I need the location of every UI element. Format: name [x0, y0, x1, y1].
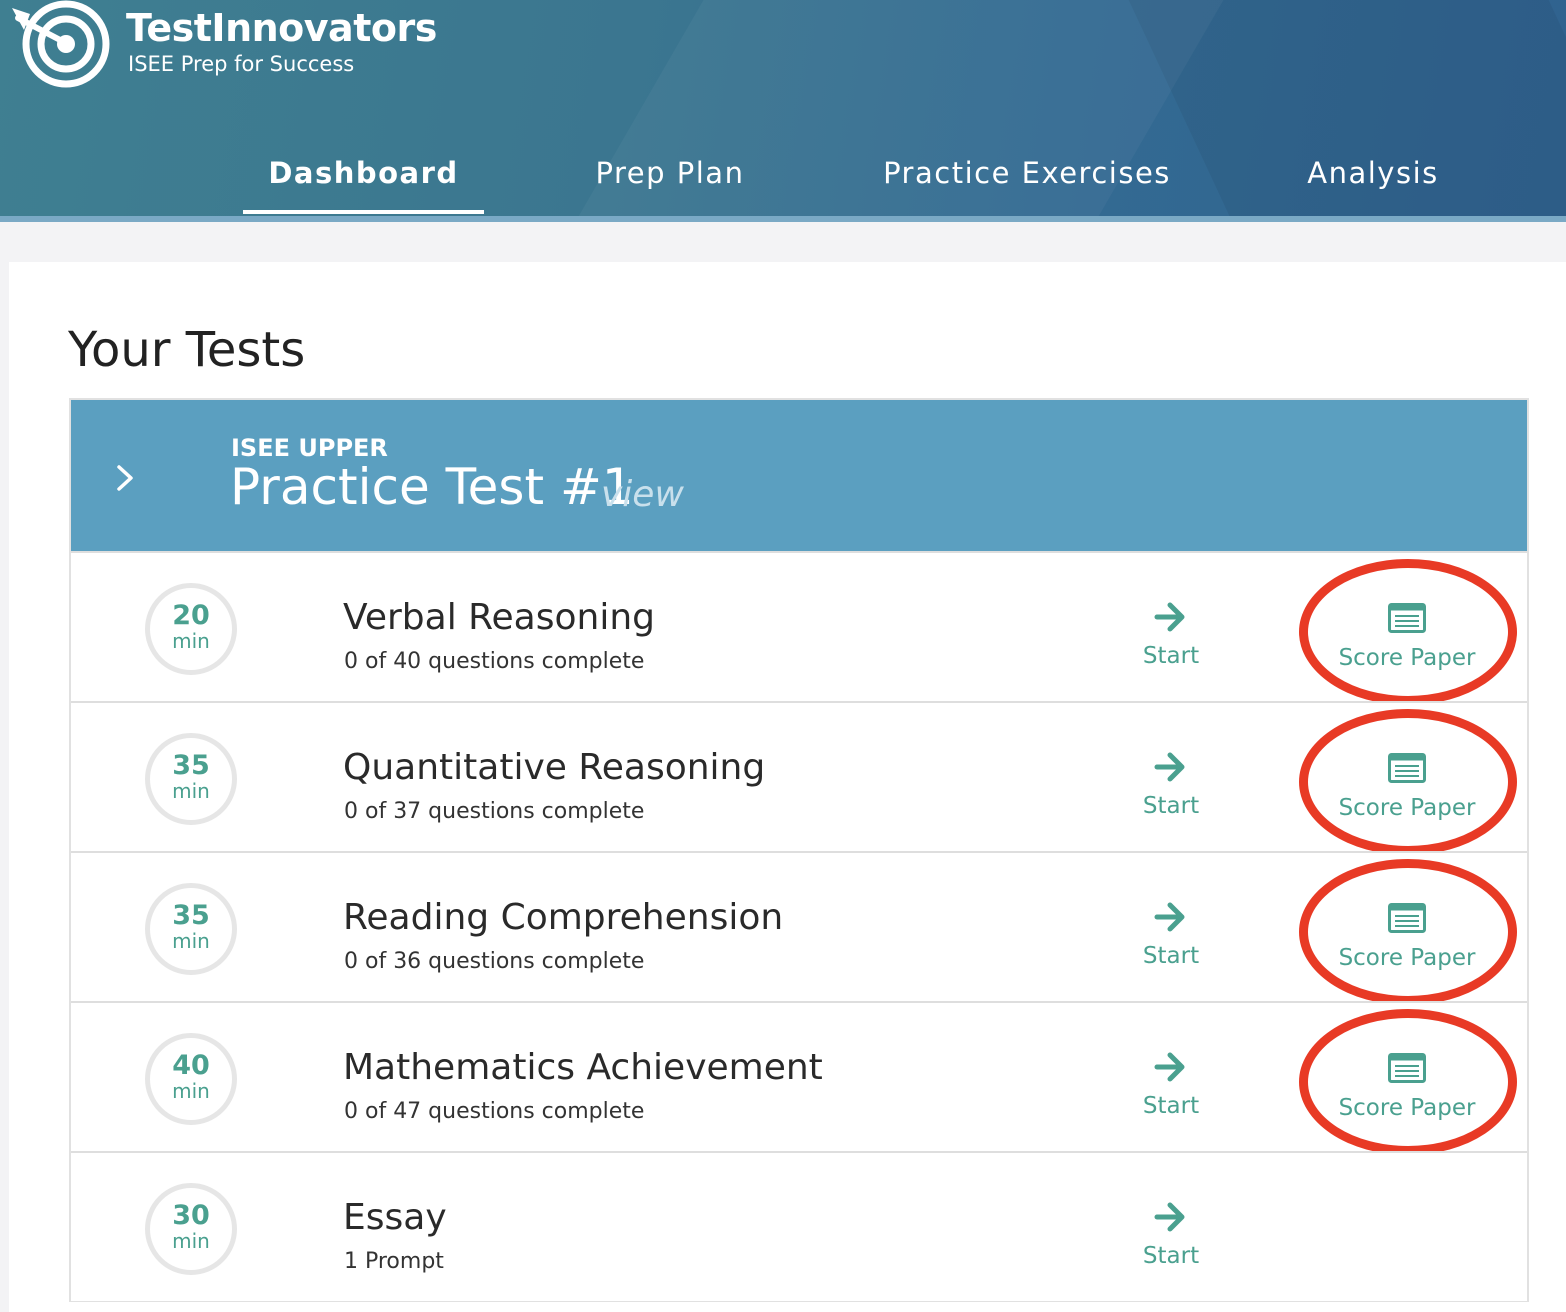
start-button[interactable]: Start	[1123, 1195, 1219, 1285]
arrow-right-icon	[1154, 602, 1185, 632]
timer-badge: 40 min	[145, 1033, 237, 1125]
section-row-quantitative-reasoning: 35 min Quantitative Reasoning 0 of 37 qu…	[71, 701, 1527, 855]
score-sheet-icon	[1388, 1053, 1426, 1083]
start-button[interactable]: Start	[1123, 595, 1219, 685]
brand-tagline: ISEE Prep for Success	[128, 52, 355, 76]
start-label: Start	[1142, 1243, 1200, 1269]
score-sheet-icon	[1388, 603, 1426, 633]
score-sheet-icon	[1388, 753, 1426, 783]
nav-tab-analysis[interactable]: Analysis	[1290, 150, 1456, 214]
start-label: Start	[1142, 1093, 1200, 1119]
target-arrow-icon[interactable]	[8, 0, 112, 92]
page-title: Your Tests	[68, 322, 306, 378]
start-button[interactable]: Start	[1123, 1045, 1219, 1135]
score-paper-label: Score Paper	[1338, 1095, 1476, 1121]
section-name: Quantitative Reasoning	[343, 747, 766, 788]
timer-minutes: 40	[172, 1050, 210, 1081]
timer-unit: min	[172, 779, 210, 803]
test-header[interactable]: ISEE UPPER Practice Test #1 view	[71, 400, 1527, 552]
score-paper-label: Score Paper	[1338, 645, 1476, 671]
score-sheet-icon	[1388, 903, 1426, 933]
arrow-right-icon	[1154, 1052, 1185, 1082]
section-name: Reading Comprehension	[343, 897, 784, 938]
nav-tab-dashboard[interactable]: Dashboard	[243, 150, 484, 214]
section-progress: 0 of 47 questions complete	[344, 1099, 645, 1124]
timer-unit: min	[172, 629, 210, 653]
section-progress: 0 of 37 questions complete	[344, 799, 645, 824]
start-label: Start	[1142, 643, 1200, 669]
section-row-essay: 30 min Essay 1 Prompt Start	[71, 1151, 1527, 1301]
section-name: Verbal Reasoning	[343, 597, 656, 638]
timer-badge: 35 min	[145, 733, 237, 825]
main-nav: Dashboard Prep Plan Practice Exercises A…	[0, 150, 1566, 214]
section-name: Mathematics Achievement	[343, 1047, 823, 1088]
start-button[interactable]: Start	[1123, 745, 1219, 835]
view-test-link[interactable]: view	[601, 474, 684, 515]
timer-minutes: 35	[172, 900, 210, 931]
score-paper-label: Score Paper	[1338, 945, 1476, 971]
nav-tab-practice-exercises[interactable]: Practice Exercises	[866, 150, 1188, 214]
arrow-right-icon	[1154, 1202, 1185, 1232]
brand-name: TestInnovators	[126, 6, 437, 50]
section-row-mathematics-achievement: 40 min Mathematics Achievement 0 of 47 q…	[71, 1001, 1527, 1155]
section-progress: 0 of 40 questions complete	[344, 649, 645, 674]
arrow-right-icon	[1154, 752, 1185, 782]
score-paper-button[interactable]: Score Paper	[1327, 745, 1487, 835]
timer-unit: min	[172, 1229, 210, 1253]
arrow-right-icon	[1154, 902, 1185, 932]
section-progress: 0 of 36 questions complete	[344, 949, 645, 974]
score-paper-label: Score Paper	[1338, 795, 1476, 821]
app-header: TestInnovators ISEE Prep for Success Das…	[0, 0, 1566, 222]
timer-minutes: 20	[172, 600, 210, 631]
score-paper-button[interactable]: Score Paper	[1327, 1045, 1487, 1135]
timer-badge: 35 min	[145, 883, 237, 975]
test-card: ISEE UPPER Practice Test #1 view 20 min …	[69, 398, 1529, 1302]
score-paper-button[interactable]: Score Paper	[1327, 895, 1487, 985]
timer-unit: min	[172, 1079, 210, 1103]
timer-badge: 30 min	[145, 1183, 237, 1275]
timer-unit: min	[172, 929, 210, 953]
chevron-right-icon[interactable]	[111, 464, 139, 492]
score-paper-button[interactable]: Score Paper	[1327, 595, 1487, 685]
nav-tab-prep-plan[interactable]: Prep Plan	[570, 150, 770, 214]
section-name: Essay	[343, 1197, 447, 1238]
start-label: Start	[1142, 793, 1200, 819]
timer-badge: 20 min	[145, 583, 237, 675]
section-row-reading-comprehension: 35 min Reading Comprehension 0 of 36 que…	[71, 851, 1527, 1005]
start-label: Start	[1142, 943, 1200, 969]
section-row-verbal-reasoning: 20 min Verbal Reasoning 0 of 40 question…	[71, 551, 1527, 705]
test-name: Practice Test #1	[230, 458, 634, 516]
section-progress: 1 Prompt	[344, 1249, 444, 1274]
timer-minutes: 30	[172, 1200, 210, 1231]
header-divider	[0, 216, 1566, 222]
timer-minutes: 35	[172, 750, 210, 781]
start-button[interactable]: Start	[1123, 895, 1219, 985]
